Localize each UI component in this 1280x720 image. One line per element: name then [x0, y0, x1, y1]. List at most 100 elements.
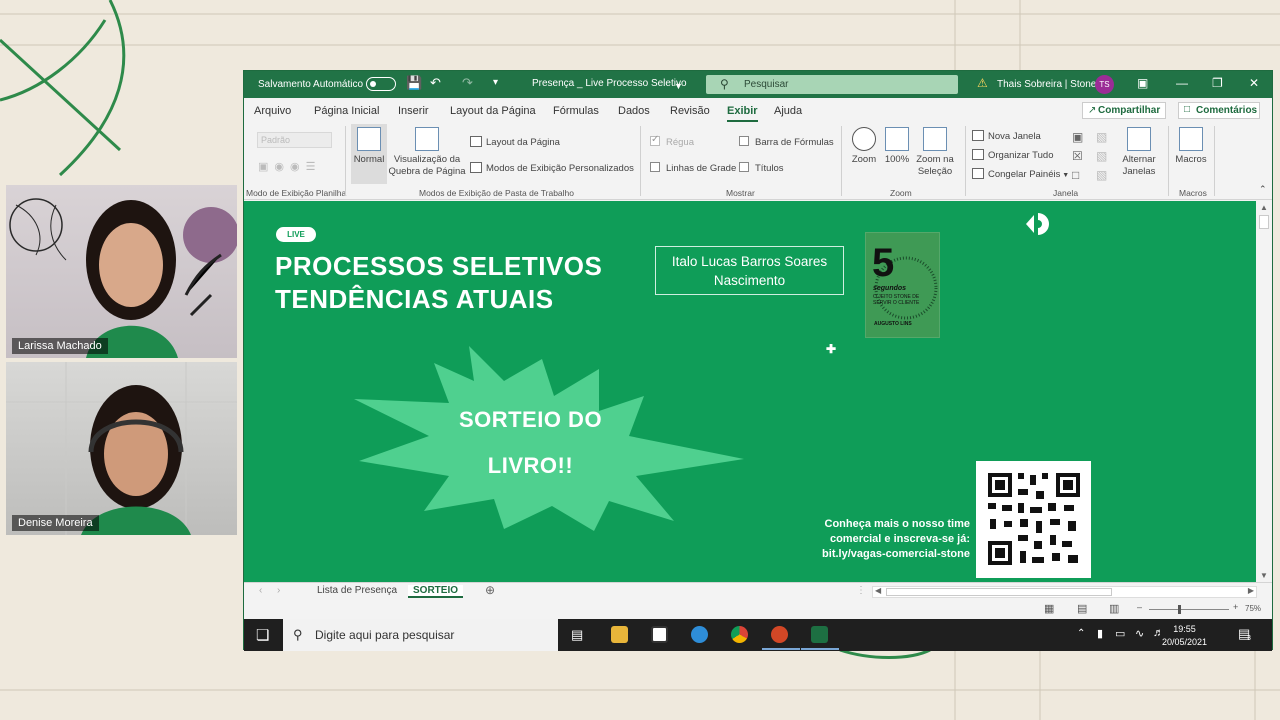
scroll-thumb[interactable]: [1259, 215, 1269, 229]
window-split-icons[interactable]: ▣ ☒ □: [1072, 128, 1083, 185]
maximize-icon[interactable]: ❐: [1212, 76, 1223, 90]
clock-date: 20/05/2021: [1162, 637, 1208, 647]
zoom-slider-thumb[interactable]: [1178, 605, 1181, 614]
cell-cursor-icon: ✚: [826, 342, 837, 356]
warning-icon[interactable]: ⚠: [977, 76, 988, 90]
tab-exibir[interactable]: Exibir: [727, 105, 758, 122]
autosave-toggle[interactable]: [366, 77, 396, 91]
wifi-icon[interactable]: ∿: [1135, 627, 1144, 640]
zoom-in-icon[interactable]: +: [1233, 602, 1238, 612]
save-icon[interactable]: 💾: [406, 76, 422, 90]
vertical-scrollbar[interactable]: ▲ ▼: [1257, 201, 1272, 582]
arrange-all-button[interactable]: Organizar Tudo: [972, 149, 1053, 161]
share-button[interactable]: ↗ Compartilhar: [1082, 102, 1166, 119]
page-layout-button[interactable]: Layout da Página: [470, 136, 560, 148]
zoom-selection-button[interactable]: Zoom na Seleção: [912, 127, 958, 178]
checkbox-icon: [650, 134, 660, 146]
tab-scroll-left-icon[interactable]: ‹: [259, 585, 262, 596]
book-cover-image[interactable]: 5 segundos O JEITO STONE DE SERVIR O CLI…: [865, 232, 940, 338]
ribbon-display-icon[interactable]: ▣: [1137, 76, 1148, 90]
freeze-panes-button[interactable]: Congelar Painéis ▼: [972, 168, 1069, 180]
zoom-label: Zoom: [851, 154, 877, 165]
switch-windows-button[interactable]: Alternar Janelas: [1118, 127, 1160, 178]
tab-ajuda[interactable]: Ajuda: [774, 105, 802, 117]
zoom-100-icon: [885, 127, 909, 151]
powerpoint-icon[interactable]: [771, 626, 788, 643]
customize-toolbar-icon[interactable]: ▾: [493, 76, 498, 90]
tab-arquivo[interactable]: Arquivo: [254, 105, 291, 117]
macros-button[interactable]: Macros: [1173, 127, 1209, 166]
horizontal-scrollbar[interactable]: ◀ ▶: [872, 586, 1257, 598]
zoom-level[interactable]: 75%: [1245, 604, 1261, 613]
divider: [841, 126, 842, 196]
tab-split-handle-icon[interactable]: ⋮: [856, 585, 866, 596]
sheet-tab-sorteio[interactable]: SORTEIO: [408, 585, 464, 598]
new-window-button[interactable]: Nova Janela: [972, 130, 1041, 142]
file-explorer-icon[interactable]: [611, 626, 628, 643]
sheet-canvas[interactable]: LIVE PROCESSOS SELETIVOS TENDÊNCIAS ATUA…: [244, 201, 1256, 582]
battery-icon[interactable]: ▭: [1115, 627, 1125, 640]
zoom-out-icon[interactable]: –: [1137, 602, 1142, 612]
clock[interactable]: 19:55 20/05/2021: [1162, 623, 1207, 649]
gridlines-checkbox[interactable]: Linhas de Grade: [650, 162, 736, 174]
comments-button[interactable]: □ Comentários: [1178, 102, 1260, 119]
store-icon[interactable]: [651, 626, 668, 643]
gridlines-label: Linhas de Grade: [666, 163, 737, 174]
normal-view-status-icon[interactable]: ▦: [1044, 602, 1054, 615]
search-box[interactable]: ⚲ Pesquisar: [706, 75, 958, 94]
zoom-100-button[interactable]: 100%: [882, 127, 912, 166]
tab-dados[interactable]: Dados: [618, 105, 650, 117]
microphone-icon[interactable]: ▮: [1097, 627, 1103, 640]
undo-icon[interactable]: ↶: [430, 76, 441, 90]
scroll-right-icon[interactable]: ▶: [1248, 586, 1254, 595]
redo-icon[interactable]: ↷: [462, 76, 473, 90]
comment-icon: □: [1184, 104, 1191, 115]
tab-layout-da-pagina[interactable]: Layout da Página: [450, 105, 536, 117]
tab-revisao[interactable]: Revisão: [670, 105, 710, 117]
sheet-view-dropdown[interactable]: Padrão: [257, 132, 332, 148]
scroll-thumb[interactable]: [886, 588, 1112, 596]
switch-windows-icon: [1127, 127, 1151, 151]
page-break-status-icon[interactable]: ▥: [1109, 602, 1119, 615]
close-icon[interactable]: ✕: [1249, 76, 1259, 90]
book-subtitle: segundos: [873, 285, 907, 292]
document-title[interactable]: Presença _ Live Processo Seletivo: [532, 78, 687, 89]
tray-chevron-icon[interactable]: ⌃: [1077, 628, 1085, 639]
tab-formulas[interactable]: Fórmulas: [553, 105, 599, 117]
tab-inserir[interactable]: Inserir: [398, 105, 429, 117]
collapse-ribbon-icon[interactable]: ⌃: [1259, 184, 1267, 195]
headings-checkbox[interactable]: Títulos: [739, 162, 784, 174]
sheet-tab-lista-de-presenca[interactable]: Lista de Presença: [317, 585, 397, 596]
page-break-label: Visualização da Quebra de Página: [388, 154, 466, 177]
sheet-view-icons[interactable]: ▣◉◉☰: [258, 160, 321, 173]
custom-views-button[interactable]: Modos de Exibição Personalizados: [470, 162, 634, 174]
page-break-preview-button[interactable]: Visualização da Quebra de Página: [387, 127, 467, 178]
qr-code-image[interactable]: [976, 461, 1091, 578]
normal-view-button[interactable]: Normal: [351, 124, 387, 184]
speaker-name-box[interactable]: Italo Lucas Barros Soares Nascimento: [655, 246, 844, 295]
scroll-up-icon[interactable]: ▲: [1260, 203, 1268, 212]
add-sheet-icon[interactable]: ⊕: [485, 583, 495, 597]
user-name[interactable]: Thais Sobreira | Stone: [997, 79, 1096, 90]
page-layout-status-icon[interactable]: ▤: [1077, 602, 1087, 615]
chrome-icon[interactable]: [731, 626, 748, 643]
zoom-slider[interactable]: [1149, 605, 1229, 614]
minimize-icon[interactable]: —: [1176, 76, 1188, 90]
taskbar-search-box[interactable]: ⚲ Digite aqui para pesquisar: [283, 619, 558, 651]
formula-bar-checkbox[interactable]: Barra de Fórmulas: [739, 136, 834, 148]
ruler-checkbox[interactable]: Régua: [650, 134, 694, 148]
tab-scroll-right-icon[interactable]: ›: [277, 585, 280, 596]
participant-video-denise: [6, 362, 237, 535]
tab-pagina-inicial[interactable]: Página Inicial: [314, 105, 379, 117]
edge-icon[interactable]: [691, 626, 708, 643]
scroll-down-icon[interactable]: ▼: [1260, 571, 1268, 580]
avatar[interactable]: TS: [1095, 75, 1114, 94]
window-compare-icons[interactable]: ▧ ▧ ▧: [1096, 128, 1107, 185]
windows-start-icon[interactable]: ❏: [256, 626, 269, 644]
task-view-icon[interactable]: ▤: [571, 627, 583, 643]
zoom-button[interactable]: Zoom: [847, 127, 881, 166]
clock-time: 19:55: [1173, 624, 1196, 634]
scroll-left-icon[interactable]: ◀: [875, 586, 881, 595]
excel-icon[interactable]: [811, 626, 828, 643]
chevron-down-icon[interactable]: ▼: [674, 79, 683, 93]
